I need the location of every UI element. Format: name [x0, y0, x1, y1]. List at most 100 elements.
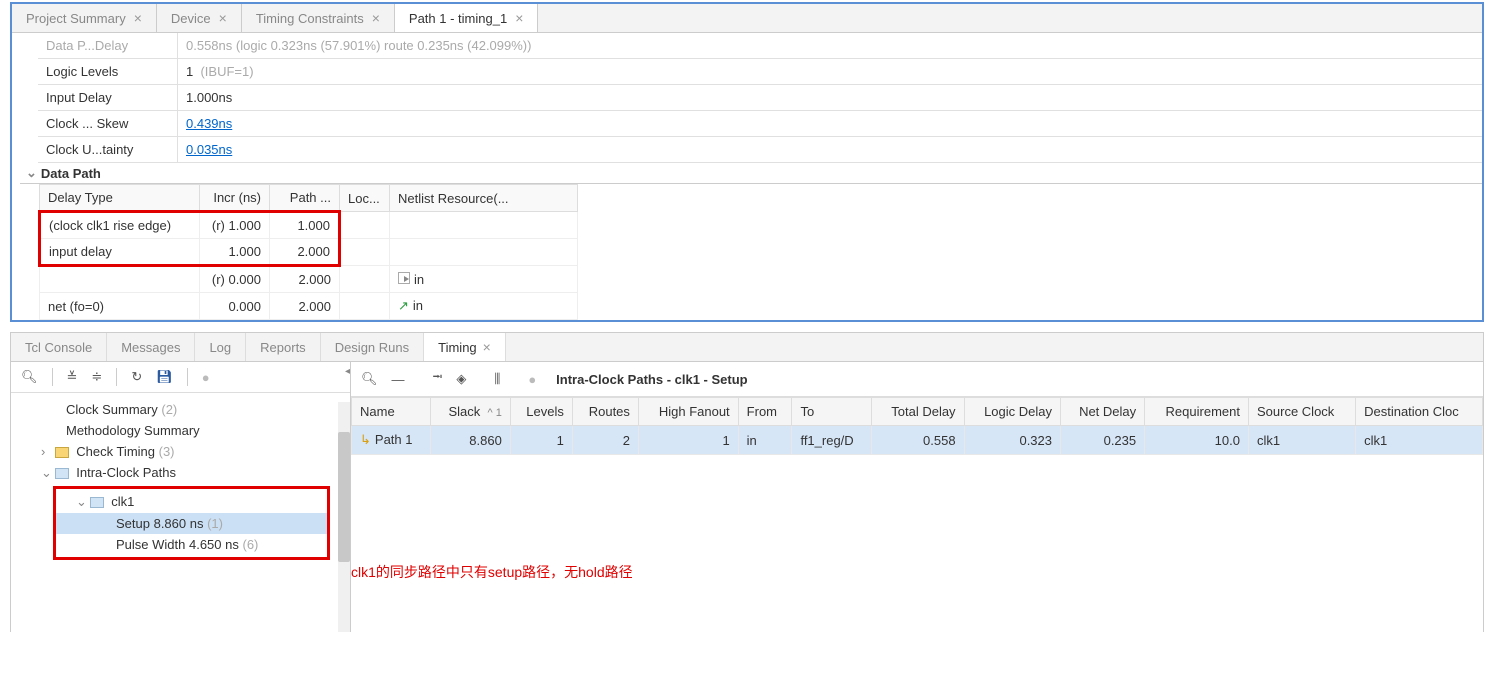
- cell-logic-delay: 0.323: [964, 426, 1060, 455]
- clock-uncertainty-link[interactable]: 0.035ns: [186, 142, 232, 157]
- col-netlist[interactable]: Netlist Resource(...: [390, 185, 578, 212]
- minus-icon[interactable]: —: [392, 372, 405, 387]
- col-levels[interactable]: Levels: [510, 398, 572, 426]
- col-slack[interactable]: Slack ^ 1: [430, 398, 510, 426]
- refresh-icon[interactable]: ↻: [131, 369, 142, 385]
- folder-icon: [90, 497, 104, 508]
- tree-toolbar: 🔍︎ ≚ ≑ ↻ 💾︎ ● ◂: [11, 362, 350, 393]
- close-icon[interactable]: ×: [372, 10, 380, 26]
- top-tab-bar: Project Summary × Device × Timing Constr…: [12, 4, 1482, 33]
- col-logic-delay[interactable]: Logic Delay: [964, 398, 1060, 426]
- grid-row-path-1[interactable]: ↳Path 1 8.860 1 2 1 in ff1_reg/D 0.558 0…: [352, 426, 1483, 455]
- tab-timing-constraints[interactable]: Timing Constraints ×: [242, 4, 395, 32]
- search-icon[interactable]: 🔍︎: [21, 369, 38, 385]
- close-icon[interactable]: ×: [515, 10, 523, 26]
- col-loc[interactable]: Loc...: [340, 185, 390, 212]
- caret-down-icon: ⌄: [26, 165, 37, 181]
- expand-all-icon[interactable]: ≑: [91, 369, 102, 385]
- table-row[interactable]: input delay 1.000 2.000: [40, 239, 578, 266]
- save-icon[interactable]: 💾︎: [156, 369, 173, 385]
- tab-device[interactable]: Device ×: [157, 4, 242, 32]
- col-delay-type[interactable]: Delay Type: [40, 185, 200, 212]
- collapse-arrow-icon[interactable]: ◂: [345, 366, 350, 377]
- data-path-table: Delay Type Incr (ns) Path ... Loc... Net…: [38, 184, 578, 320]
- clock-skew-link[interactable]: 0.439ns: [186, 116, 232, 131]
- scrollbar[interactable]: [338, 402, 350, 632]
- table-header-row: Delay Type Incr (ns) Path ... Loc... Net…: [40, 185, 578, 212]
- search-icon[interactable]: 🔍︎: [361, 371, 378, 387]
- col-from[interactable]: From: [738, 398, 792, 426]
- close-icon[interactable]: ×: [219, 10, 227, 26]
- col-name[interactable]: Name: [352, 398, 431, 426]
- tab-project-summary[interactable]: Project Summary ×: [12, 4, 157, 32]
- collapse-all-icon[interactable]: ≚: [67, 369, 78, 385]
- cell-slack: 8.860: [430, 426, 510, 455]
- tree-item-clk1[interactable]: ⌄ clk1: [56, 491, 327, 513]
- data-path-section-header[interactable]: ⌄ Data Path: [20, 163, 1482, 184]
- col-dest-clock[interactable]: Destination Cloc: [1356, 398, 1483, 426]
- record-icon[interactable]: ●: [528, 372, 536, 387]
- summary-label: Clock ... Skew: [38, 111, 178, 136]
- summary-value: 1 (IBUF=1): [178, 59, 1482, 84]
- col-high-fanout[interactable]: High Fanout: [638, 398, 738, 426]
- tab-design-runs[interactable]: Design Runs: [321, 333, 424, 361]
- col-routes[interactable]: Routes: [572, 398, 638, 426]
- tree-item-methodology-summary[interactable]: Methodology Summary: [11, 420, 350, 441]
- summary-label: Input Delay: [38, 85, 178, 110]
- tree-item-check-timing[interactable]: › Check Timing (3): [11, 441, 350, 462]
- timing-body: 🔍︎ ≚ ≑ ↻ 💾︎ ● ◂ Clock Summary (2) Method…: [11, 362, 1483, 632]
- tree-item-pulse-width[interactable]: Pulse Width 4.650 ns (6): [56, 534, 327, 555]
- cell-from: in: [738, 426, 792, 455]
- summary-label: Logic Levels: [38, 59, 178, 84]
- record-icon[interactable]: ●: [202, 370, 210, 385]
- summary-label: Data P...Delay: [38, 33, 178, 58]
- cell-requirement: 10.0: [1145, 426, 1249, 455]
- paths-grid: Name Slack ^ 1 Levels Routes High Fanout…: [351, 397, 1483, 455]
- table-row[interactable]: (r) 0.000 2.000 in: [40, 266, 578, 293]
- schematic-icon[interactable]: ◈: [456, 371, 466, 387]
- goto-icon[interactable]: ⭲: [433, 368, 443, 390]
- cell-name: ↳Path 1: [352, 426, 431, 455]
- table-row[interactable]: net (fo=0) 0.000 2.000 ↗in: [40, 293, 578, 320]
- col-net-delay[interactable]: Net Delay: [1061, 398, 1145, 426]
- scrollbar-thumb[interactable]: [338, 432, 350, 562]
- col-requirement[interactable]: Requirement: [1145, 398, 1249, 426]
- close-icon[interactable]: ×: [483, 339, 491, 355]
- tab-timing[interactable]: Timing ×: [424, 333, 506, 361]
- caret-down-icon: ⌄: [41, 465, 51, 481]
- col-incr[interactable]: Incr (ns): [200, 185, 270, 212]
- folder-icon: [55, 447, 69, 458]
- cell-levels: 1: [510, 426, 572, 455]
- tab-reports[interactable]: Reports: [246, 333, 321, 361]
- col-total-delay[interactable]: Total Delay: [872, 398, 964, 426]
- caret-down-icon: ⌄: [76, 494, 86, 510]
- cell-to: ff1_reg/D: [792, 426, 872, 455]
- section-title: Data Path: [41, 166, 101, 181]
- cell-high-fanout: 1: [638, 426, 738, 455]
- net-arrow-icon: ↗: [398, 298, 409, 314]
- timing-tree-pane: 🔍︎ ≚ ≑ ↻ 💾︎ ● ◂ Clock Summary (2) Method…: [11, 362, 351, 632]
- summary-value: 1.000ns: [178, 85, 1482, 110]
- table-row[interactable]: (clock clk1 rise edge) (r) 1.000 1.000: [40, 212, 578, 239]
- histogram-icon[interactable]: ⫼: [494, 371, 500, 387]
- tab-label: Project Summary: [26, 11, 126, 26]
- tab-messages[interactable]: Messages: [107, 333, 195, 361]
- tab-tcl-console[interactable]: Tcl Console: [11, 333, 107, 361]
- col-path[interactable]: Path ...: [270, 185, 340, 212]
- cell-total-delay: 0.558: [872, 426, 964, 455]
- tree-item-intra-clock-paths[interactable]: ⌄ Intra-Clock Paths: [11, 462, 350, 484]
- annotation-box: ⌄ clk1 Setup 8.860 ns (1) Pulse Width 4.…: [53, 486, 330, 560]
- col-source-clock[interactable]: Source Clock: [1248, 398, 1355, 426]
- tree-item-clock-summary[interactable]: Clock Summary (2): [11, 399, 350, 420]
- close-icon[interactable]: ×: [134, 10, 142, 26]
- tab-path-1-timing-1[interactable]: Path 1 - timing_1 ×: [395, 4, 538, 32]
- summary-value: 0.558ns (logic 0.323ns (57.901%) route 0…: [178, 33, 1482, 58]
- col-to[interactable]: To: [792, 398, 872, 426]
- timing-paths-pane: 🔍︎ — ⭲ ◈ ⫼ ● Intra-Clock Paths - clk1 - …: [351, 362, 1483, 632]
- path-detail-panel: Project Summary × Device × Timing Constr…: [10, 2, 1484, 322]
- tree-item-setup[interactable]: Setup 8.860 ns (1): [56, 513, 327, 534]
- tab-log[interactable]: Log: [195, 333, 246, 361]
- summary-label: Clock U...tainty: [38, 137, 178, 162]
- cell-src-clock: clk1: [1248, 426, 1355, 455]
- cell-dst-clock: clk1: [1356, 426, 1483, 455]
